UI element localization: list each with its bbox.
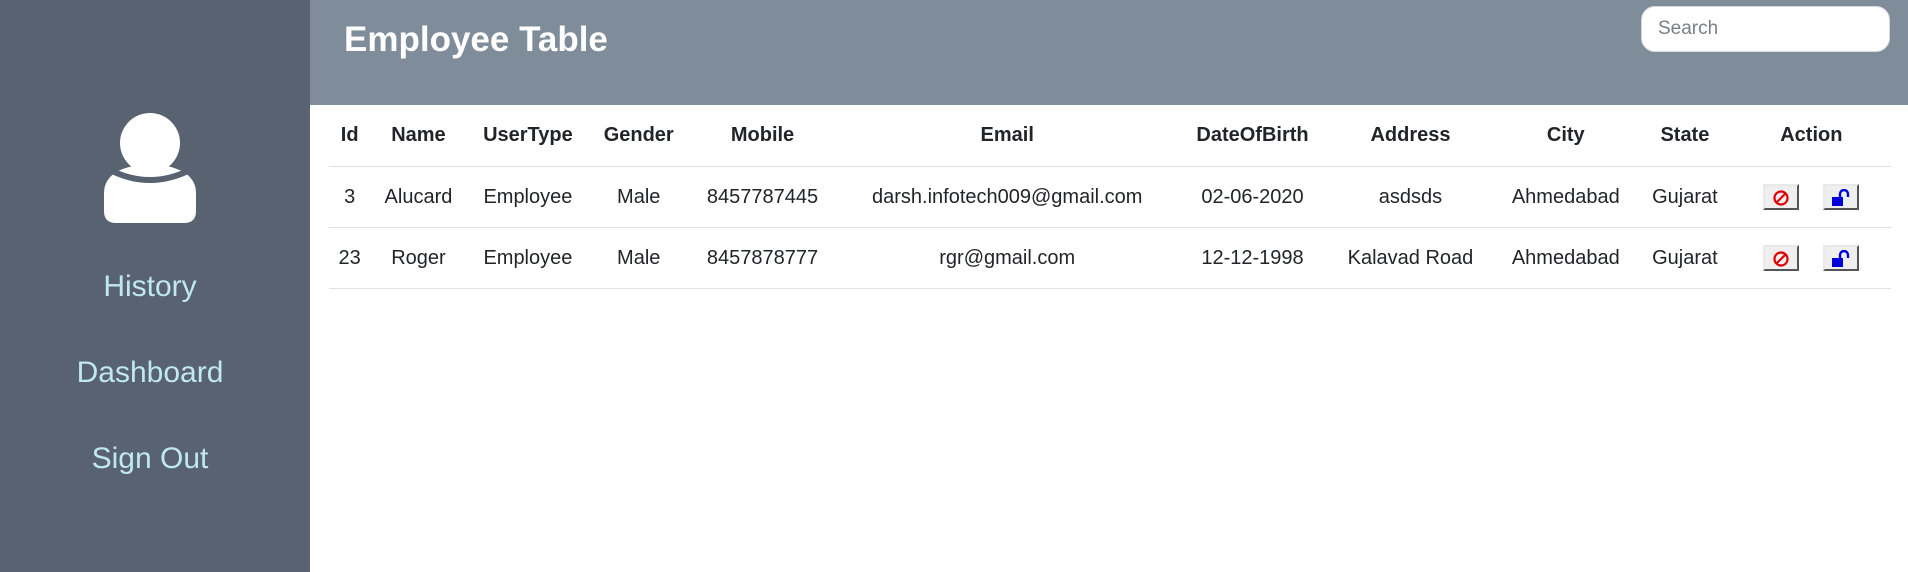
column-header-email: Email: [836, 105, 1178, 167]
cell-state: Gujarat: [1638, 227, 1732, 289]
user-icon: [104, 113, 196, 223]
block-button[interactable]: [1763, 245, 1800, 271]
table-header-row: Id Name UserType Gender Mobile Email Dat…: [329, 105, 1891, 167]
unlock-button[interactable]: [1823, 245, 1860, 271]
page-title: Employee Table: [344, 20, 608, 59]
block-button[interactable]: [1763, 184, 1800, 210]
cell-city: Ahmedabad: [1493, 166, 1639, 228]
column-header-name: Name: [370, 105, 467, 167]
column-header-address: Address: [1327, 105, 1494, 167]
cell-mobile: 8457878777: [688, 227, 837, 289]
employee-table: Id Name UserType Gender Mobile Email Dat…: [329, 105, 1891, 289]
cell-mobile: 8457787445: [688, 166, 837, 228]
column-header-city: City: [1493, 105, 1639, 167]
cell-gender: Male: [589, 166, 689, 228]
cell-city: Ahmedabad: [1493, 227, 1639, 289]
employee-table-container: Id Name UserType Gender Mobile Email Dat…: [329, 105, 1891, 289]
sidebar-item-history[interactable]: History: [0, 270, 300, 304]
cell-name: Alucard: [370, 166, 467, 228]
column-header-usertype: UserType: [466, 105, 590, 167]
cell-id: 23: [329, 227, 371, 289]
block-icon: [1773, 190, 1789, 206]
search-input[interactable]: [1641, 6, 1890, 52]
cell-gender: Male: [589, 227, 689, 289]
cell-email: rgr@gmail.com: [836, 227, 1178, 289]
column-header-state: State: [1638, 105, 1732, 167]
table-row: 23 Roger Employee Male 8457878777 rgr@gm…: [329, 227, 1891, 289]
sidebar-item-dashboard[interactable]: Dashboard: [0, 356, 300, 390]
unlock-icon: [1832, 250, 1850, 267]
header: Employee Table: [310, 0, 1908, 105]
cell-id: 3: [329, 166, 371, 228]
cell-address: Kalavad Road: [1327, 227, 1494, 289]
unlock-icon: [1832, 189, 1850, 206]
cell-dob: 02-06-2020: [1177, 166, 1328, 228]
column-header-dob: DateOfBirth: [1177, 105, 1328, 167]
column-header-mobile: Mobile: [688, 105, 837, 167]
column-header-gender: Gender: [589, 105, 689, 167]
cell-usertype: Employee: [466, 166, 590, 228]
unlock-button[interactable]: [1823, 184, 1860, 210]
cell-usertype: Employee: [466, 227, 590, 289]
sidebar: History Dashboard Sign Out: [0, 0, 310, 572]
cell-action: [1731, 166, 1891, 228]
column-header-id: Id: [329, 105, 371, 167]
cell-address: asdsds: [1327, 166, 1494, 228]
cell-email: darsh.infotech009@gmail.com: [836, 166, 1178, 228]
cell-dob: 12-12-1998: [1177, 227, 1328, 289]
cell-state: Gujarat: [1638, 166, 1732, 228]
sidebar-item-sign-out[interactable]: Sign Out: [0, 442, 300, 476]
block-icon: [1773, 251, 1789, 267]
cell-name: Roger: [370, 227, 467, 289]
cell-action: [1731, 227, 1891, 289]
column-header-action: Action: [1731, 105, 1891, 167]
table-row: 3 Alucard Employee Male 8457787445 darsh…: [329, 166, 1891, 228]
